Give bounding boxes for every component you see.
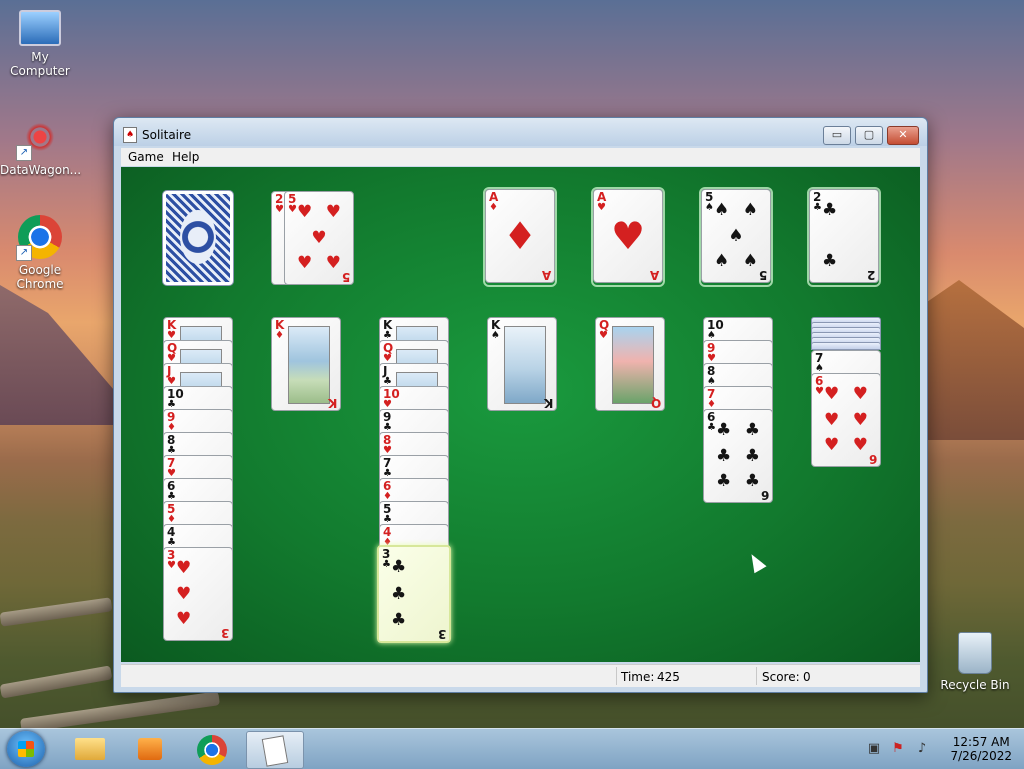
menu-bar: Game Help bbox=[121, 148, 920, 166]
clock-date: 7/26/2022 bbox=[950, 749, 1012, 763]
shortcut-arrow-icon: ↗ bbox=[16, 245, 32, 261]
card-Q-hearts[interactable]: Q ♥ Q bbox=[595, 317, 665, 411]
solitaire-app-icon: ♠ bbox=[123, 127, 137, 143]
volume-icon[interactable]: ♪ bbox=[914, 741, 930, 757]
card-K-spades[interactable]: K ♠ K bbox=[487, 317, 557, 411]
fence-rail bbox=[0, 597, 113, 627]
window-title: Solitaire bbox=[142, 128, 192, 142]
computer-icon bbox=[19, 10, 61, 46]
solitaire-icon bbox=[261, 735, 289, 767]
maximize-button[interactable]: ▢ bbox=[855, 126, 883, 145]
title-bar[interactable]: ♠ Solitaire ▭ ▢ ✕ bbox=[114, 118, 927, 146]
desktop-icon-label: DataWagon... bbox=[0, 163, 82, 177]
foundation-2-clubs[interactable]: 2 ♣ ♣ ♣ 2 bbox=[809, 189, 879, 283]
desktop-icon-my-computer[interactable]: My Computer bbox=[0, 10, 80, 78]
recycle-bin-icon bbox=[958, 632, 992, 674]
desktop-icon-google-chrome[interactable]: ↗ Google Chrome bbox=[0, 215, 80, 291]
fence-rail bbox=[0, 665, 113, 699]
status-bar: Time: 425 Score: 0 bbox=[121, 664, 920, 687]
status-separator bbox=[756, 667, 757, 685]
stock-pile[interactable] bbox=[163, 191, 233, 285]
minimize-button[interactable]: ▭ bbox=[823, 126, 851, 145]
close-button[interactable]: ✕ bbox=[887, 126, 919, 145]
start-button[interactable] bbox=[7, 731, 45, 767]
network-icon[interactable]: ▣ bbox=[866, 741, 882, 757]
foundation-ace-hearts[interactable]: A ♥ ♥ A bbox=[593, 189, 663, 283]
folder-icon bbox=[75, 738, 105, 760]
time-label: Time: bbox=[621, 670, 655, 684]
desktop-icon-label: Recycle Bin bbox=[940, 678, 1010, 692]
shortcut-arrow-icon: ↗ bbox=[16, 145, 32, 161]
clock-time: 12:57 AM bbox=[952, 735, 1010, 749]
clock[interactable]: 12:57 AM 7/26/2022 bbox=[950, 735, 1012, 763]
datawagon-icon: ↗ bbox=[16, 115, 62, 161]
chrome-icon: ↗ bbox=[16, 215, 62, 261]
action-center-flag-icon[interactable]: ⚑ bbox=[890, 741, 906, 757]
card-3-hearts[interactable]: 3 ♥ ♥ ♥ ♥ 3 bbox=[163, 547, 233, 641]
card-3-clubs-selected[interactable]: 3 ♣ ♣ ♣ ♣ 3 bbox=[377, 545, 451, 643]
desktop-icon-label: Google Chrome bbox=[16, 263, 64, 291]
taskbar-chrome[interactable] bbox=[184, 731, 240, 767]
foundation-5-spades[interactable]: 5 ♠ ♠ ♠ ♠ ♠ ♠ 5 bbox=[701, 189, 771, 283]
mountain-left bbox=[0, 285, 120, 425]
foundation-ace-diamonds[interactable]: A ♦ ♦ A bbox=[485, 189, 555, 283]
menu-help[interactable]: Help bbox=[172, 150, 199, 164]
card-6-hearts[interactable]: 6 ♥ ♥ ♥ ♥ ♥ ♥ ♥ 6 bbox=[811, 373, 881, 467]
mountain-right bbox=[924, 280, 1024, 440]
status-separator bbox=[616, 667, 617, 685]
card-K-diamonds[interactable]: K ♦ K bbox=[271, 317, 341, 411]
menu-game[interactable]: Game bbox=[128, 150, 164, 164]
card-6-clubs[interactable]: 6 ♣ ♣ ♣ ♣ ♣ ♣ ♣ 6 bbox=[703, 409, 773, 503]
desktop-icon-label: My Computer bbox=[10, 50, 70, 78]
media-player-icon bbox=[138, 738, 162, 760]
taskbar-media-player[interactable] bbox=[122, 731, 178, 767]
score-label: Score: bbox=[762, 670, 800, 684]
score-value: 0 bbox=[803, 670, 811, 684]
waste-card-5-hearts[interactable]: 5 ♥ ♥ ♥ ♥ ♥ ♥ 5 bbox=[284, 191, 354, 285]
fence-rail bbox=[19, 691, 221, 733]
game-board: 2 ♥ 5 ♥ ♥ ♥ ♥ ♥ ♥ 5 A ♦ ♦ A A ♥ ♥ A 5 ♠ ♠ ♠ ♠ ♠ ♠ 5 bbox=[121, 167, 920, 662]
solitaire-window: ♠ Solitaire ▭ ▢ ✕ Game Help 2 ♥ 5 ♥ ♥ ♥ ♥ ♥… bbox=[113, 117, 928, 693]
face-down-card bbox=[811, 342, 881, 350]
taskbar: ▣ ⚑ ♪ 12:57 AM 7/26/2022 bbox=[0, 728, 1024, 769]
chrome-icon bbox=[197, 735, 227, 765]
taskbar-solitaire[interactable] bbox=[246, 731, 304, 769]
taskbar-explorer[interactable] bbox=[62, 731, 118, 767]
desktop-icon-datawagon[interactable]: ↗ DataWagon... bbox=[0, 115, 82, 177]
time-value: 425 bbox=[657, 670, 680, 684]
desktop-icon-recycle-bin[interactable]: Recycle Bin bbox=[935, 632, 1015, 692]
